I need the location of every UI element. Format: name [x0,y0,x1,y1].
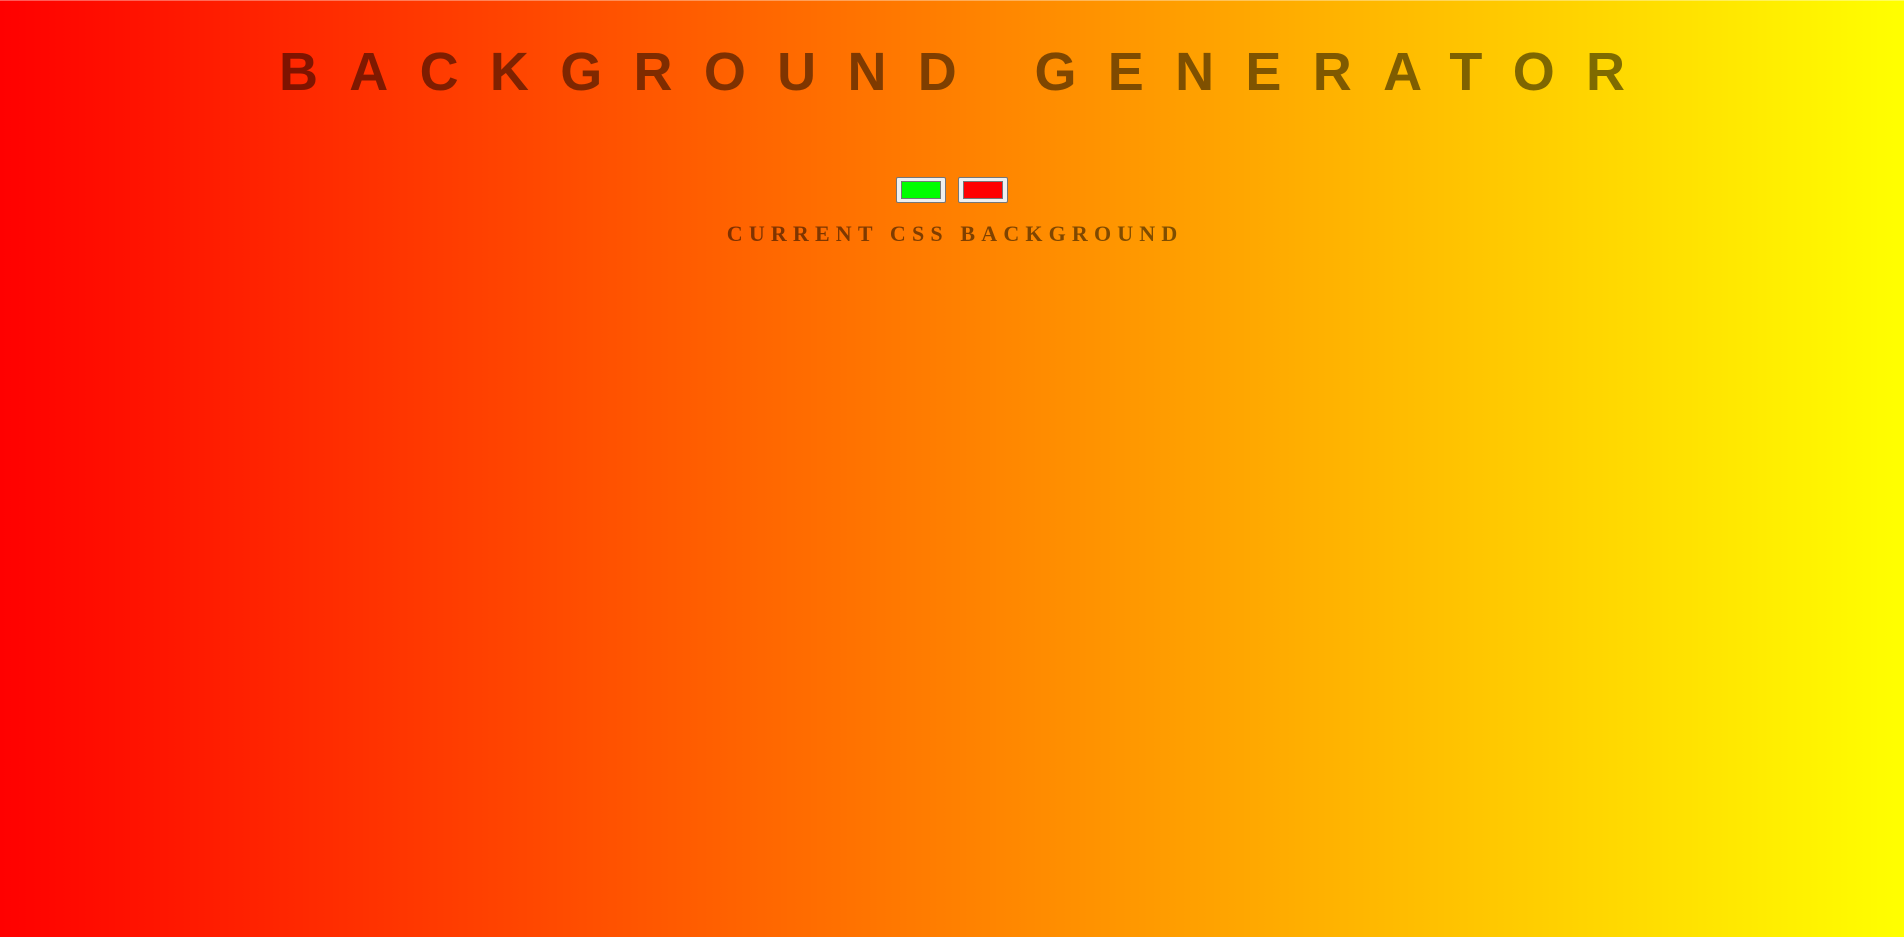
page-title: BACKGROUND GENERATOR [278,42,1657,102]
current-css-heading: CURRENT CSS BACKGROUND [726,221,1184,246]
color-swatch-2 [963,181,1003,199]
color-picker-2[interactable] [958,177,1008,203]
window-top-edge [0,0,1904,1]
color-pickers [0,177,1904,203]
color-swatch-1 [901,181,941,199]
color-picker-1[interactable] [896,177,946,203]
